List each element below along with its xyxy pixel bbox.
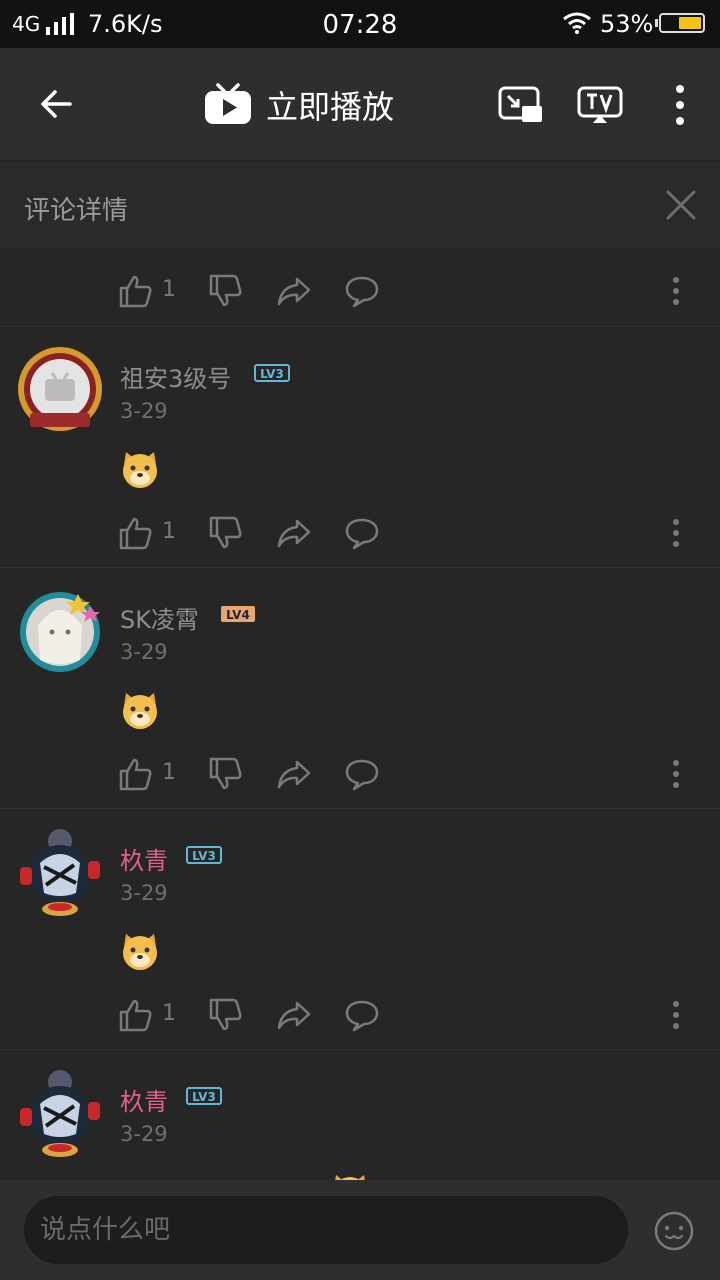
pip-icon[interactable] <box>498 86 544 124</box>
thumb-up-icon[interactable] <box>118 515 154 551</box>
like-count: 1 <box>162 1001 176 1026</box>
share-icon[interactable] <box>276 273 312 309</box>
username[interactable]: 杦青 <box>120 841 168 876</box>
comment-date: 3-29 <box>120 640 168 664</box>
reply-icon[interactable] <box>344 273 380 309</box>
avatar[interactable] <box>16 586 104 678</box>
doge-emoji <box>123 934 157 970</box>
avatar[interactable] <box>16 1068 104 1160</box>
share-icon[interactable] <box>276 756 312 792</box>
more-vertical-icon[interactable] <box>668 84 692 126</box>
play-tv-icon <box>205 83 251 124</box>
username[interactable]: SK凌霄 <box>120 600 199 635</box>
comment-item: 杦青 LV3 3-29 <box>0 1049 720 1180</box>
close-icon[interactable] <box>664 188 698 222</box>
thumb-up-icon[interactable] <box>118 273 154 309</box>
level-badge-text: LV4 <box>226 608 250 622</box>
status-bar: 4G 7.6K/s 07:28 53% <box>0 0 720 48</box>
comment-more-icon[interactable] <box>666 758 686 790</box>
level-badge-text: LV3 <box>192 1090 216 1104</box>
avatar[interactable] <box>16 345 104 437</box>
battery-percent: 53% <box>600 10 654 38</box>
tv-cast-icon[interactable] <box>577 86 623 124</box>
comment-more-icon[interactable] <box>666 275 686 307</box>
like-count: 1 <box>162 760 176 785</box>
username[interactable]: 杦青 <box>120 1082 168 1117</box>
comment-actions: 1 <box>0 503 720 563</box>
wifi-icon <box>563 12 591 34</box>
level-badge-icon: LV3 <box>186 846 222 864</box>
comment-item: SK凌霄 LV4 3-29 1 <box>0 567 720 809</box>
comment-date: 3-29 <box>120 1122 168 1146</box>
comment-input-bar <box>0 1180 720 1280</box>
panel-title: 评论详情 <box>24 196 129 226</box>
username[interactable]: 祖安3级号 <box>120 359 231 394</box>
level-badge-text: LV3 <box>260 367 284 381</box>
thumb-up-icon[interactable] <box>118 756 154 792</box>
level-badge-text: LV3 <box>192 849 216 863</box>
app-header: 立即播放 <box>0 48 720 160</box>
comment-date: 3-29 <box>120 881 168 905</box>
share-icon[interactable] <box>276 515 312 551</box>
comment-actions: 1 <box>0 744 720 804</box>
comment-actions: 1 <box>0 261 720 321</box>
level-badge-icon: LV3 <box>254 364 290 382</box>
share-icon[interactable] <box>276 997 312 1033</box>
doge-emoji <box>123 693 157 729</box>
thumb-down-icon[interactable] <box>208 997 244 1033</box>
comment-date: 3-29 <box>120 399 168 423</box>
comment-list[interactable]: 1 祖安3级号 LV3 3-29 1 SK凌霄 LV4 3-29 1 杦青 LV… <box>0 248 720 1180</box>
comment-item: 杦青 LV3 3-29 1 <box>0 808 720 1050</box>
avatar[interactable] <box>16 827 104 919</box>
doge-emoji <box>123 452 157 488</box>
page-title: 立即播放 <box>266 88 395 126</box>
doge-emoji <box>335 1175 365 1180</box>
thumb-down-icon[interactable] <box>208 273 244 309</box>
thumb-up-icon[interactable] <box>118 997 154 1033</box>
battery-icon <box>655 13 705 33</box>
comment-more-icon[interactable] <box>666 999 686 1031</box>
level-badge-icon: LV4 <box>221 606 255 622</box>
comment-item: 祖安3级号 LV3 3-29 1 <box>0 326 720 568</box>
back-arrow-icon[interactable] <box>36 84 76 124</box>
comment-actions: 1 <box>0 985 720 1045</box>
comment-input[interactable] <box>24 1196 628 1264</box>
emoji-icon[interactable] <box>653 1210 695 1252</box>
thumb-down-icon[interactable] <box>208 756 244 792</box>
comment-more-icon[interactable] <box>666 517 686 549</box>
like-count: 1 <box>162 277 176 302</box>
reply-icon[interactable] <box>344 515 380 551</box>
thumb-down-icon[interactable] <box>208 515 244 551</box>
like-count: 1 <box>162 519 176 544</box>
comment-detail-header: 评论详情 <box>0 160 720 248</box>
level-badge-icon: LV3 <box>186 1087 222 1105</box>
reply-icon[interactable] <box>344 756 380 792</box>
reply-icon[interactable] <box>344 997 380 1033</box>
